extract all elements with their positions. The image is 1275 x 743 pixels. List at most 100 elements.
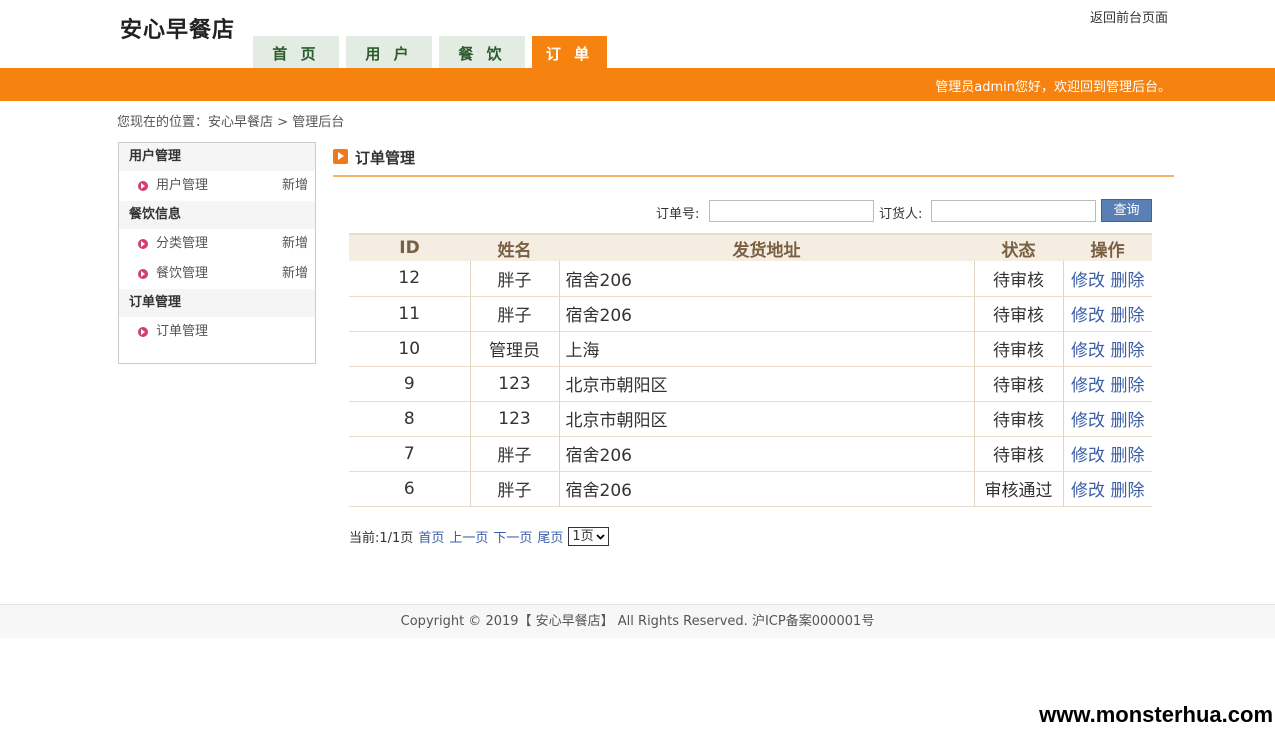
cell-status: 待审核: [973, 331, 1063, 367]
add-food-link[interactable]: 新增: [282, 259, 308, 289]
order-no-label: 订单号:: [656, 207, 700, 222]
sidebar-item-order-management[interactable]: 订单管理: [119, 317, 315, 347]
cell-address: 宿舍206: [558, 471, 974, 507]
table-row: 8 123 北京市朝阳区 待审核 修改 删除: [349, 401, 1152, 437]
tab-users[interactable]: 用 户: [346, 36, 432, 68]
sidebar-group-food: 餐饮信息: [119, 201, 315, 229]
orderer-input[interactable]: [931, 200, 1096, 222]
cell-actions: 修改 删除: [1062, 366, 1152, 402]
table-header-row: ID 姓名 发货地址 状态 操作: [349, 233, 1152, 261]
edit-link[interactable]: 修改: [1071, 411, 1105, 431]
column-header-address: 发货地址: [559, 233, 974, 261]
page-indicator: 当前:1/1页: [349, 531, 414, 546]
delete-link[interactable]: 删除: [1110, 411, 1144, 431]
orders-table: ID 姓名 发货地址 状态 操作 12 胖子 宿舍206 待审核 修改 删除 1…: [349, 233, 1152, 507]
cell-address: 北京市朝阳区: [558, 366, 974, 402]
column-header-id: ID: [349, 233, 470, 261]
page-select[interactable]: 1页: [568, 527, 609, 546]
pagination: 当前:1/1页 首页 上一页 下一页 尾页 1页: [349, 527, 609, 546]
back-to-frontend-link[interactable]: 返回前台页面: [1090, 7, 1168, 26]
cell-address: 宿舍206: [558, 436, 974, 472]
order-no-input[interactable]: [709, 200, 874, 222]
sidebar-item-label: 订单管理: [156, 324, 209, 339]
column-header-name: 姓名: [470, 233, 559, 261]
cell-id: 9: [349, 366, 470, 402]
next-page-link[interactable]: 下一页: [493, 527, 532, 546]
table-row: 12 胖子 宿舍206 待审核 修改 删除: [349, 261, 1152, 297]
tab-orders[interactable]: 订 单: [532, 36, 607, 68]
edit-link[interactable]: 修改: [1071, 341, 1105, 361]
breadcrumb-home-link[interactable]: 安心早餐店: [208, 115, 273, 130]
cell-status: 待审核: [973, 436, 1063, 472]
sidebar-group-users: 用户管理: [119, 143, 315, 171]
cell-id: 11: [349, 296, 470, 332]
cell-name: 管理员: [469, 331, 559, 367]
sidebar: 用户管理 用户管理 新增 餐饮信息 分类管理 新增 餐饮管理 新增 订单管理 订…: [118, 142, 316, 364]
table-row: 10 管理员 上海 待审核 修改 删除: [349, 331, 1152, 367]
table-row: 7 胖子 宿舍206 待审核 修改 删除: [349, 436, 1152, 472]
bullet-arrow-icon: [138, 239, 148, 249]
cell-name: 123: [469, 401, 559, 437]
cell-actions: 修改 删除: [1062, 296, 1152, 332]
edit-link[interactable]: 修改: [1071, 481, 1105, 501]
prev-page-link[interactable]: 上一页: [449, 527, 488, 546]
search-button[interactable]: 查询: [1101, 199, 1152, 222]
column-header-actions: 操作: [1063, 233, 1152, 261]
cell-actions: 修改 删除: [1062, 331, 1152, 367]
cell-id: 10: [349, 331, 470, 367]
bullet-arrow-icon: [138, 181, 148, 191]
cell-address: 宿舍206: [558, 261, 974, 297]
first-page-link[interactable]: 首页: [418, 527, 444, 546]
edit-link[interactable]: 修改: [1071, 446, 1105, 466]
cell-name: 胖子: [469, 296, 559, 332]
cell-name: 123: [469, 366, 559, 402]
sidebar-item-category-management[interactable]: 分类管理 新增: [119, 229, 315, 259]
table-row: 6 胖子 宿舍206 审核通过 修改 删除: [349, 471, 1152, 507]
table-row: 9 123 北京市朝阳区 待审核 修改 删除: [349, 366, 1152, 402]
delete-link[interactable]: 删除: [1110, 306, 1144, 326]
edit-link[interactable]: 修改: [1071, 271, 1105, 291]
add-category-link[interactable]: 新增: [282, 229, 308, 259]
cell-actions: 修改 删除: [1062, 401, 1152, 437]
cell-address: 上海: [558, 331, 974, 367]
sidebar-group-orders: 订单管理: [119, 289, 315, 317]
chevron-down-icon: [596, 533, 605, 540]
cell-name: 胖子: [469, 471, 559, 507]
cell-address: 北京市朝阳区: [558, 401, 974, 437]
column-header-status: 状态: [974, 233, 1063, 261]
tab-food[interactable]: 餐 饮: [439, 36, 525, 68]
last-page-link[interactable]: 尾页: [537, 527, 563, 546]
welcome-message: 管理员admin您好，欢迎回到管理后台。: [935, 80, 1171, 95]
watermark: www.monsterhua.com: [1039, 702, 1273, 727]
sidebar-item-food-management[interactable]: 餐饮管理 新增: [119, 259, 315, 289]
bullet-arrow-icon: [138, 269, 148, 279]
breadcrumb-separator: >: [273, 115, 293, 130]
cell-address: 宿舍206: [558, 296, 974, 332]
breadcrumb-current: 管理后台: [292, 115, 345, 130]
main-nav: 首 页 用 户 餐 饮 订 单: [253, 36, 607, 68]
sidebar-item-label: 餐饮管理: [156, 266, 209, 281]
edit-link[interactable]: 修改: [1071, 306, 1105, 326]
edit-link[interactable]: 修改: [1071, 376, 1105, 396]
add-user-link[interactable]: 新增: [282, 171, 308, 201]
cell-status: 待审核: [973, 366, 1063, 402]
delete-link[interactable]: 删除: [1110, 376, 1144, 396]
copyright-text: Copyright © 2019【 安心早餐店】 All Rights Rese…: [400, 614, 875, 629]
delete-link[interactable]: 删除: [1110, 271, 1144, 291]
delete-link[interactable]: 删除: [1110, 481, 1144, 501]
cell-actions: 修改 删除: [1062, 261, 1152, 297]
cell-name: 胖子: [469, 261, 559, 297]
delete-link[interactable]: 删除: [1110, 446, 1144, 466]
breadcrumb-prefix: 您现在的位置：: [117, 115, 209, 130]
cell-status: 审核通过: [973, 471, 1063, 507]
cell-actions: 修改 删除: [1062, 471, 1152, 507]
cell-id: 12: [349, 261, 470, 297]
cell-id: 6: [349, 471, 470, 507]
sidebar-item-label: 用户管理: [156, 178, 209, 193]
delete-link[interactable]: 删除: [1110, 341, 1144, 361]
breadcrumb: 您现在的位置：安心早餐店 > 管理后台: [117, 111, 344, 130]
sidebar-item-user-management[interactable]: 用户管理 新增: [119, 171, 315, 201]
tab-home[interactable]: 首 页: [253, 36, 339, 68]
site-title: 安心早餐店: [120, 18, 236, 43]
table-row: 11 胖子 宿舍206 待审核 修改 删除: [349, 296, 1152, 332]
